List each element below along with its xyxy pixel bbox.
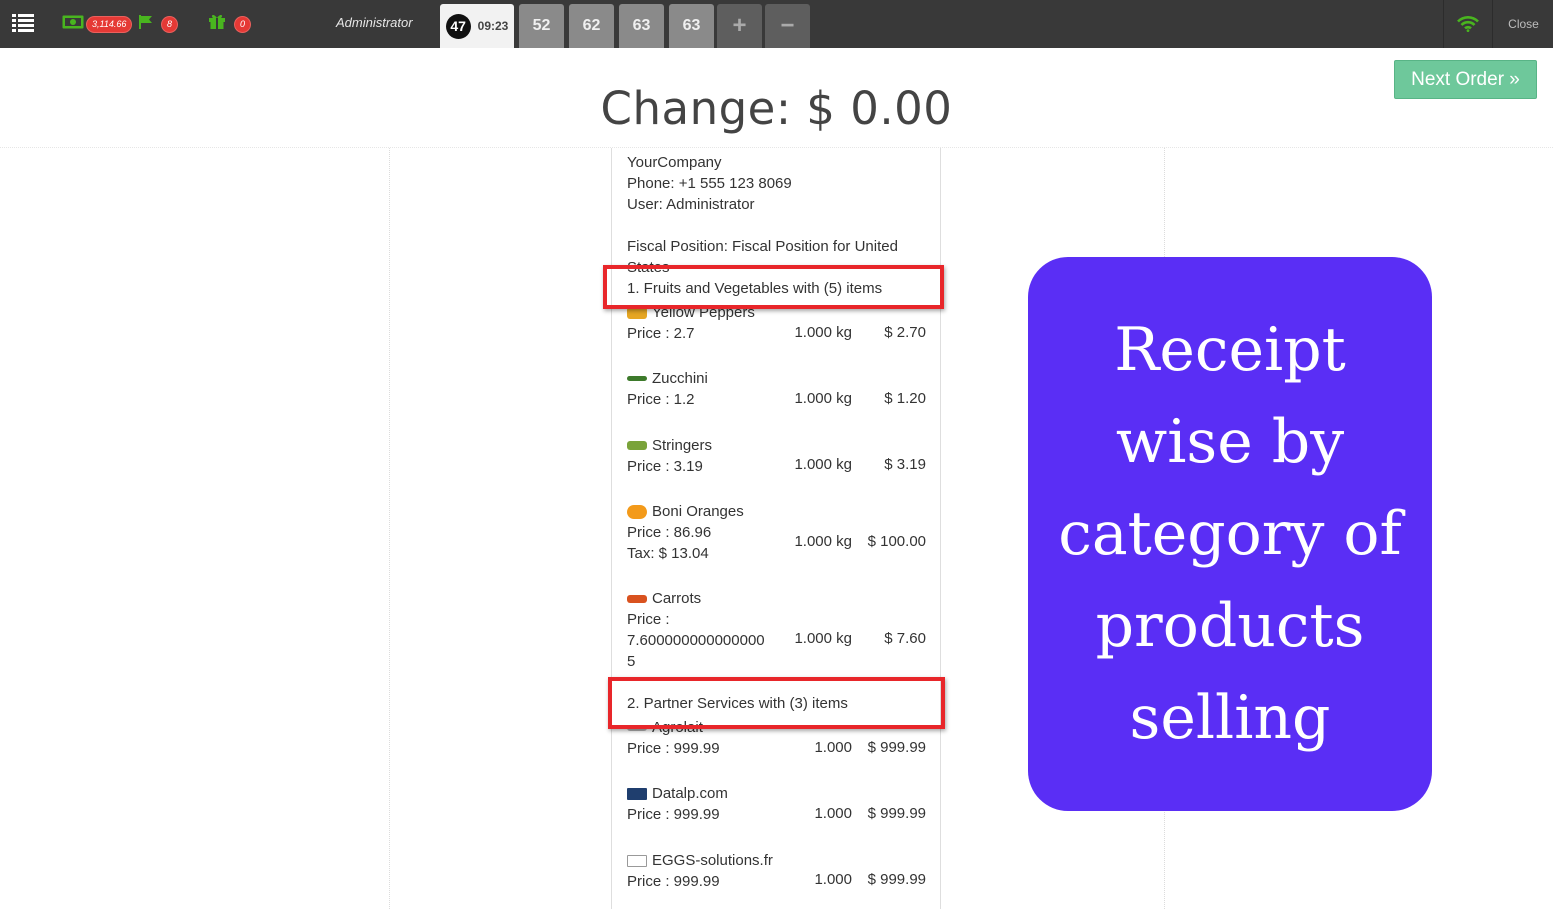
- zucchini-thumb: [627, 376, 647, 381]
- receipt-item-name: Boni Oranges: [627, 501, 744, 522]
- receipt-item-qty: 1.000: [814, 739, 852, 756]
- receipt-item-name: EGGS-solutions.fr: [627, 850, 773, 871]
- stringers-thumb: [627, 441, 647, 450]
- order-time: 09:23: [477, 19, 509, 33]
- receipt-item-price-cont: 5: [627, 653, 636, 670]
- cash-icon: [62, 15, 84, 34]
- top-bar: 3,114.66 8 0 Administrator 47 09:23 52 6…: [0, 0, 1553, 48]
- receipt-item-price: Price : 2.7: [627, 325, 695, 342]
- agrolait-thumb: [627, 724, 647, 731]
- receipt-item-name: Stringers: [627, 435, 712, 456]
- receipt-item-name: Yellow Peppers: [627, 302, 755, 323]
- next-order-button[interactable]: Next Order »: [1394, 60, 1537, 99]
- gift-count-badge: 0: [234, 15, 252, 33]
- receipt-item-name: Zucchini: [627, 368, 708, 389]
- list-icon[interactable]: [12, 13, 34, 33]
- receipt-item-qty: 1.000 kg: [794, 456, 852, 473]
- cash-status[interactable]: 3,114.66: [62, 14, 133, 34]
- cash-amount-badge: 3,114.66: [86, 15, 133, 33]
- remove-order-button[interactable]: −: [765, 4, 810, 48]
- receipt-item-qty: 1.000: [814, 805, 852, 822]
- flag-count-badge: 8: [161, 15, 179, 33]
- receipt-item-name: Datalp.com: [627, 783, 728, 804]
- receipt-item-qty: 1.000 kg: [794, 390, 852, 407]
- receipt-item-amount: $ 999.99: [867, 871, 926, 888]
- order-tab[interactable]: 52: [519, 4, 564, 48]
- order-tab[interactable]: 63: [669, 4, 714, 48]
- receipt: YourCompany Phone: +1 555 123 8069 User:…: [611, 148, 941, 909]
- receipt-item-price: Price : 999.99: [627, 873, 720, 890]
- promo-text: Receipt wise by category of products sel…: [1058, 315, 1402, 753]
- receipt-item-amount: $ 999.99: [867, 805, 926, 822]
- receipt-item-qty: 1.000: [814, 871, 852, 888]
- receipt-item-name: Carrots: [627, 588, 701, 609]
- category-header: 1. Fruits and Vegetables with (5) items: [627, 278, 927, 299]
- cashier-user: User: Administrator: [627, 196, 755, 213]
- carrots-thumb: [627, 594, 647, 603]
- promo-card: Receipt wise by category of products sel…: [1028, 257, 1432, 811]
- yellow-peppers-thumb: [627, 306, 647, 319]
- receipt-item-price: Price :: [627, 611, 670, 628]
- order-tab-active[interactable]: 47 09:23: [440, 4, 514, 48]
- order-tab[interactable]: 63: [619, 4, 664, 48]
- company-name: YourCompany: [627, 154, 722, 171]
- eggs-thumb: [627, 854, 647, 867]
- receipt-item-amount: $ 7.60: [884, 630, 926, 647]
- change-amount: Change: $ 0.00: [600, 82, 953, 135]
- gift-icon: [208, 13, 226, 35]
- receipt-item-price: Price : 3.19: [627, 458, 703, 475]
- flag-icon: [138, 14, 154, 35]
- receipt-item-price: Price : 999.99: [627, 806, 720, 823]
- oranges-thumb: [627, 504, 647, 519]
- receipt-item-tax: Tax: $ 13.04: [627, 545, 709, 562]
- company-phone: Phone: +1 555 123 8069: [627, 175, 792, 192]
- user-name[interactable]: Administrator: [336, 15, 413, 30]
- receipt-item-qty: 1.000 kg: [794, 533, 852, 550]
- category-header: 2. Partner Services with (3) items: [627, 693, 927, 714]
- fiscal-position-cont: States: [627, 259, 670, 276]
- receipt-item-price: Price : 1.2: [627, 391, 695, 408]
- datalp-thumb: [627, 787, 647, 800]
- receipt-item-amount: $ 999.99: [867, 739, 926, 756]
- close-button[interactable]: Close: [1494, 0, 1553, 48]
- divider: [389, 148, 390, 909]
- wifi-icon: [1443, 0, 1493, 48]
- flag-status[interactable]: 8: [138, 14, 179, 35]
- receipt-item-qty: 1.000 kg: [794, 324, 852, 341]
- receipt-item-amount: $ 3.19: [884, 456, 926, 473]
- order-sequence: 47: [445, 13, 471, 39]
- receipt-item-qty: 1.000 kg: [794, 630, 852, 647]
- receipt-item-amount: $ 2.70: [884, 324, 926, 341]
- receipt-item-price: Price : 86.96: [627, 524, 712, 541]
- fiscal-position: Fiscal Position: Fiscal Position for Uni…: [627, 238, 898, 255]
- receipt-item-amount: $ 1.20: [884, 390, 926, 407]
- gift-status[interactable]: 0: [208, 13, 252, 35]
- receipt-item-amount: $ 100.00: [867, 533, 926, 550]
- receipt-item-price: Price : 999.99: [627, 740, 720, 757]
- add-order-button[interactable]: +: [717, 4, 762, 48]
- receipt-item-name: Agrolait: [627, 717, 703, 738]
- order-tab[interactable]: 62: [569, 4, 614, 48]
